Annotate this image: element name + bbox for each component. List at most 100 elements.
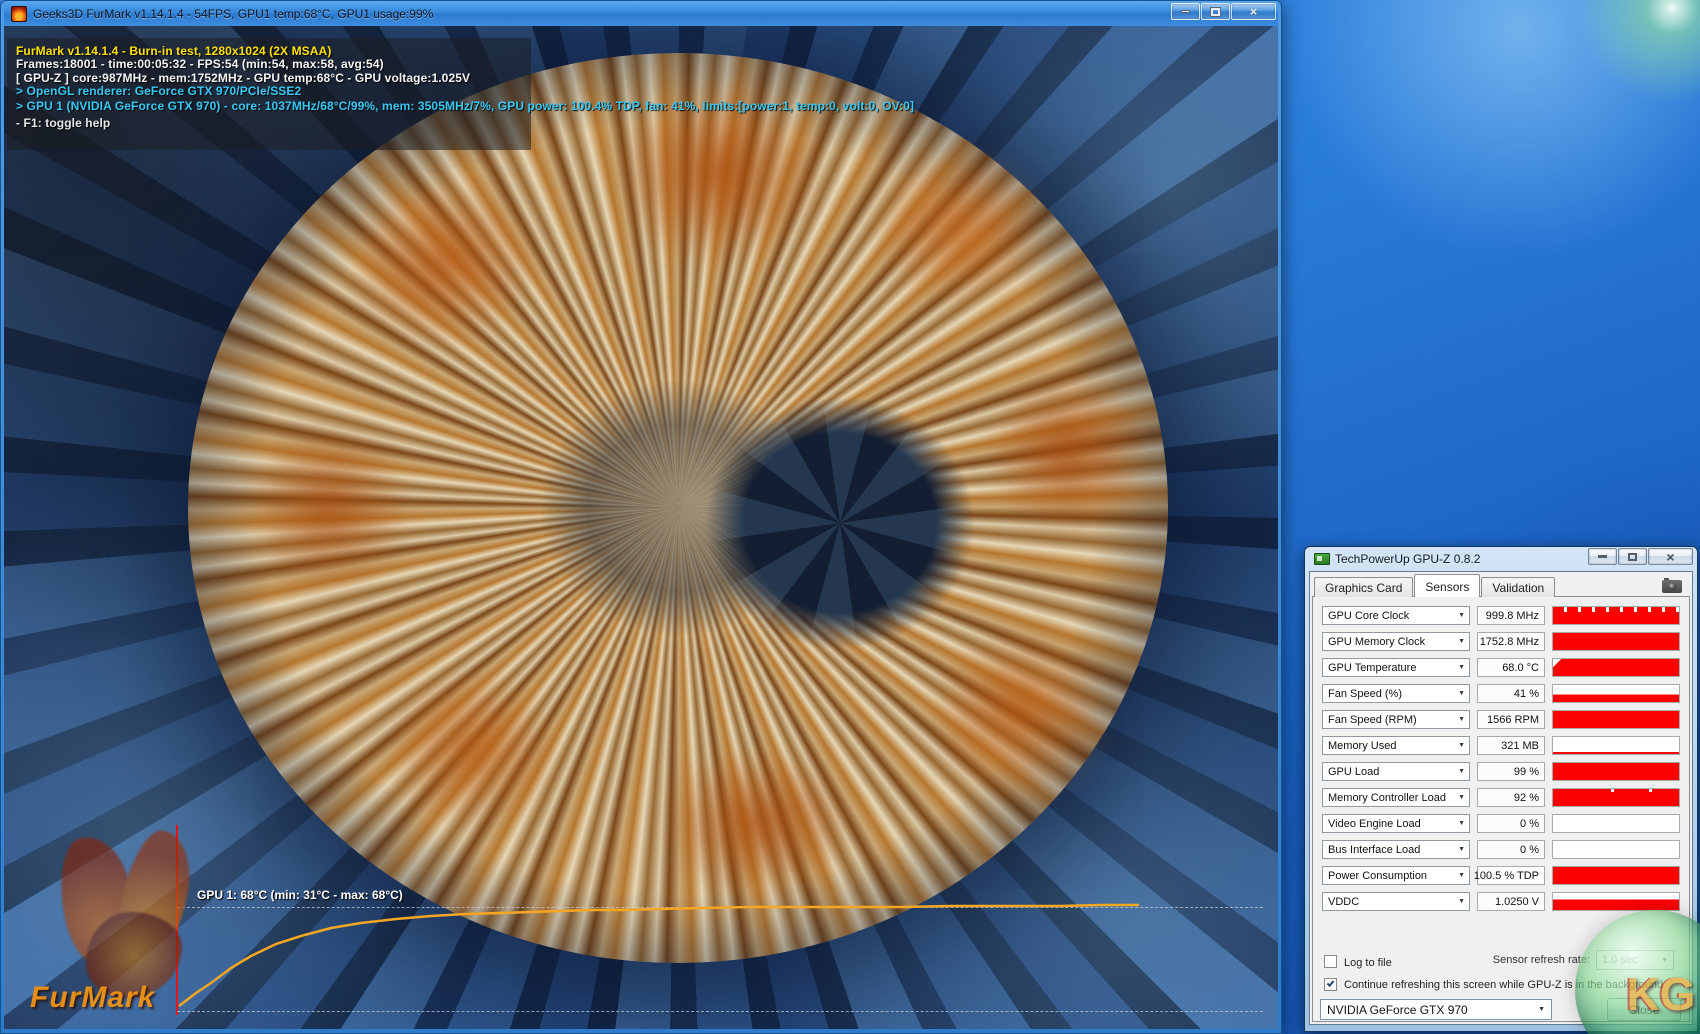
- sensor-row-memory-controller-load: Memory Controller Load▼92 %: [1322, 788, 1680, 807]
- minimize-icon: [1598, 555, 1607, 558]
- sensor-graph-memory-used: [1552, 736, 1680, 755]
- gpuz-titlebar[interactable]: TechPowerUp GPU-Z 0.8.2 ×: [1309, 547, 1693, 571]
- furmark-app-icon: [11, 6, 27, 22]
- tab-validation[interactable]: Validation: [1481, 577, 1555, 597]
- sensor-select-gpu-temperature[interactable]: GPU Temperature▼: [1322, 658, 1470, 677]
- sensor-select-video-engine-load[interactable]: Video Engine Load▼: [1322, 814, 1470, 833]
- chevron-down-icon: ▼: [1458, 846, 1465, 853]
- furmark-logo-text: FurMark: [30, 981, 155, 1015]
- furmark-minimize-button[interactable]: [1171, 3, 1200, 20]
- sensor-row-fan-speed: Fan Speed (%)▼41 %: [1322, 684, 1680, 703]
- sensor-label: Fan Speed (RPM): [1328, 714, 1417, 726]
- gpuz-app-icon: [1314, 553, 1330, 565]
- sensor-graph-gpu-memory-clock: [1552, 632, 1680, 651]
- sensor-value-fan-speed-rpm: 1566 RPM: [1477, 710, 1545, 729]
- sensor-select-memory-used[interactable]: Memory Used▼: [1322, 736, 1470, 755]
- chevron-down-icon: ▼: [1458, 872, 1465, 879]
- sensor-row-vddc: VDDC▼ 1.0250 V: [1322, 892, 1680, 911]
- sensor-select-gpu-load[interactable]: GPU Load▼: [1322, 762, 1470, 781]
- chevron-down-icon: ▼: [1458, 612, 1465, 619]
- sensor-label: Memory Controller Load: [1328, 792, 1446, 804]
- sensor-value-gpu-temperature: 68.0 °C: [1477, 658, 1545, 677]
- sensor-graph-vddc: [1552, 892, 1680, 911]
- fur-donut-render: [188, 53, 1168, 963]
- furmark-hud-overlay: FurMark v1.14.1.4 - Burn-in test, 1280x1…: [7, 38, 531, 150]
- chevron-down-icon: ▼: [1458, 716, 1465, 723]
- sensor-graph-fan-speed: [1552, 684, 1680, 703]
- kitguru-watermark-text: KG: [1627, 967, 1696, 1021]
- maximize-icon: [1211, 8, 1220, 16]
- temp-graph-curve: [176, 888, 1166, 1018]
- sensor-graph-gpu-load: [1552, 762, 1680, 781]
- sensor-label: GPU Core Clock: [1328, 610, 1409, 622]
- sensor-value-video-engine-load: 0 %: [1477, 814, 1545, 833]
- furmark-window-title: Geeks3D FurMark v1.14.1.4 - 54FPS, GPU1 …: [33, 7, 433, 21]
- chevron-down-icon: ▼: [1538, 1006, 1545, 1013]
- sensor-graph-video-engine-load: [1552, 814, 1680, 833]
- tab-graphics-card[interactable]: Graphics Card: [1314, 577, 1413, 597]
- sensor-row-gpu-temperature: GPU Temperature▼ 68.0 °C: [1322, 658, 1680, 677]
- sensor-label: GPU Temperature: [1328, 662, 1416, 674]
- gpu-device-select[interactable]: NVIDIA GeForce GTX 970 ▼: [1320, 999, 1552, 1020]
- sensor-row-memory-used: Memory Used▼ 321 MB: [1322, 736, 1680, 755]
- log-to-file-checkbox[interactable]: [1324, 955, 1337, 968]
- hud-line-frames: Frames:18001 - time:00:05:32 - FPS:54 (m…: [16, 57, 384, 71]
- sensor-row-video-engine-load: Video Engine Load▼ 0 %: [1322, 814, 1680, 833]
- furmark-close-button[interactable]: ×: [1231, 3, 1276, 20]
- sensor-value-memory-used: 321 MB: [1477, 736, 1545, 755]
- sensor-label: Power Consumption: [1328, 870, 1427, 882]
- sensor-value-gpu-core-clock: 999.8 MHz: [1477, 606, 1545, 625]
- sensor-value-bus-interface-load: 0 %: [1477, 840, 1545, 859]
- furmark-titlebar[interactable]: Geeks3D FurMark v1.14.1.4 - 54FPS, GPU1 …: [4, 1, 1278, 26]
- sensor-graph-fan-speed-rpm: [1552, 710, 1680, 729]
- sensor-select-bus-interface-load[interactable]: Bus Interface Load▼: [1322, 840, 1470, 859]
- furmark-window: Geeks3D FurMark v1.14.1.4 - 54FPS, GPU1 …: [0, 0, 1282, 1034]
- sensor-row-fan-speed-rpm: Fan Speed (RPM) ▼ 1566 RPM: [1322, 710, 1680, 729]
- chevron-down-icon: ▼: [1458, 638, 1465, 645]
- fur-patches: [188, 53, 1168, 963]
- sensor-label: VDDC: [1328, 896, 1359, 908]
- hud-line-gpu1: > GPU 1 (NVIDIA GeForce GTX 970) - core:…: [16, 99, 914, 113]
- sensor-graph-gpu-core-clock: [1552, 606, 1680, 625]
- sensor-row-gpu-memory-clock: GPU Memory Clock▼1752.8 MHz: [1322, 632, 1680, 651]
- sensor-graph-bus-interface-load: [1552, 840, 1680, 859]
- gpuz-tab-strip: Graphics Card Sensors Validation: [1314, 575, 1556, 597]
- maximize-icon: [1628, 553, 1637, 561]
- close-icon: ×: [1250, 5, 1258, 18]
- close-icon: ×: [1666, 550, 1674, 564]
- gpuz-minimize-button[interactable]: [1588, 548, 1617, 565]
- sensor-select-gpu-memory-clock[interactable]: GPU Memory Clock▼: [1322, 632, 1470, 651]
- desktop: Geeks3D FurMark v1.14.1.4 - 54FPS, GPU1 …: [0, 0, 1700, 1034]
- minimize-icon: [1181, 10, 1190, 13]
- screenshot-camera-icon[interactable]: [1662, 580, 1682, 593]
- sensor-graph-gpu-temperature: [1552, 658, 1680, 677]
- gpuz-close-window-button[interactable]: ×: [1648, 548, 1693, 565]
- sensor-select-memory-controller-load[interactable]: Memory Controller Load▼: [1322, 788, 1470, 807]
- sensor-select-fan-speed[interactable]: Fan Speed (%) ▼: [1322, 684, 1470, 703]
- gpuz-window-title: TechPowerUp GPU-Z 0.8.2: [1335, 552, 1480, 566]
- sensor-value-gpu-load: 99 %: [1477, 762, 1545, 781]
- hud-line-gpuz: [ GPU-Z ] core:987MHz - mem:1752MHz - GP…: [16, 71, 470, 85]
- sensor-value-vddc: 1.0250 V: [1477, 892, 1545, 911]
- gpuz-maximize-button[interactable]: [1618, 548, 1647, 565]
- chevron-down-icon: ▼: [1458, 768, 1465, 775]
- sensor-select-fan-speed-rpm[interactable]: Fan Speed (RPM) ▼: [1322, 710, 1470, 729]
- tab-sensors[interactable]: Sensors: [1414, 574, 1480, 597]
- sensor-select-power-consumption[interactable]: Power Consumption ▼: [1322, 866, 1470, 885]
- sensor-graph-memory-controller-load: [1552, 788, 1680, 807]
- sensor-label: Video Engine Load: [1328, 818, 1421, 830]
- hud-line-title: FurMark v1.14.1.4 - Burn-in test, 1280x1…: [16, 44, 331, 58]
- sensor-graph-power-consumption: [1552, 866, 1680, 885]
- sensor-label: Fan Speed (%): [1328, 688, 1402, 700]
- sensor-select-vddc[interactable]: VDDC▼: [1322, 892, 1470, 911]
- chevron-down-icon: ▼: [1458, 690, 1465, 697]
- sensor-select-gpu-core-clock[interactable]: GPU Core Clock ▼: [1322, 606, 1470, 625]
- sensor-refresh-rate-label: Sensor refresh rate:: [1493, 954, 1590, 966]
- sensor-row-gpu-core-clock: GPU Core Clock ▼ 999.8 MHz: [1322, 606, 1680, 625]
- furmark-render-area: FurMark v1.14.1.4 - Burn-in test, 1280x1…: [4, 26, 1278, 1029]
- continue-refresh-checkbox[interactable]: [1324, 978, 1337, 991]
- sensor-value-power-consumption: 100.5 % TDP: [1477, 866, 1545, 885]
- sensor-label: Memory Used: [1328, 740, 1396, 752]
- furmark-maximize-button[interactable]: [1201, 3, 1230, 20]
- pupil: [680, 373, 1000, 673]
